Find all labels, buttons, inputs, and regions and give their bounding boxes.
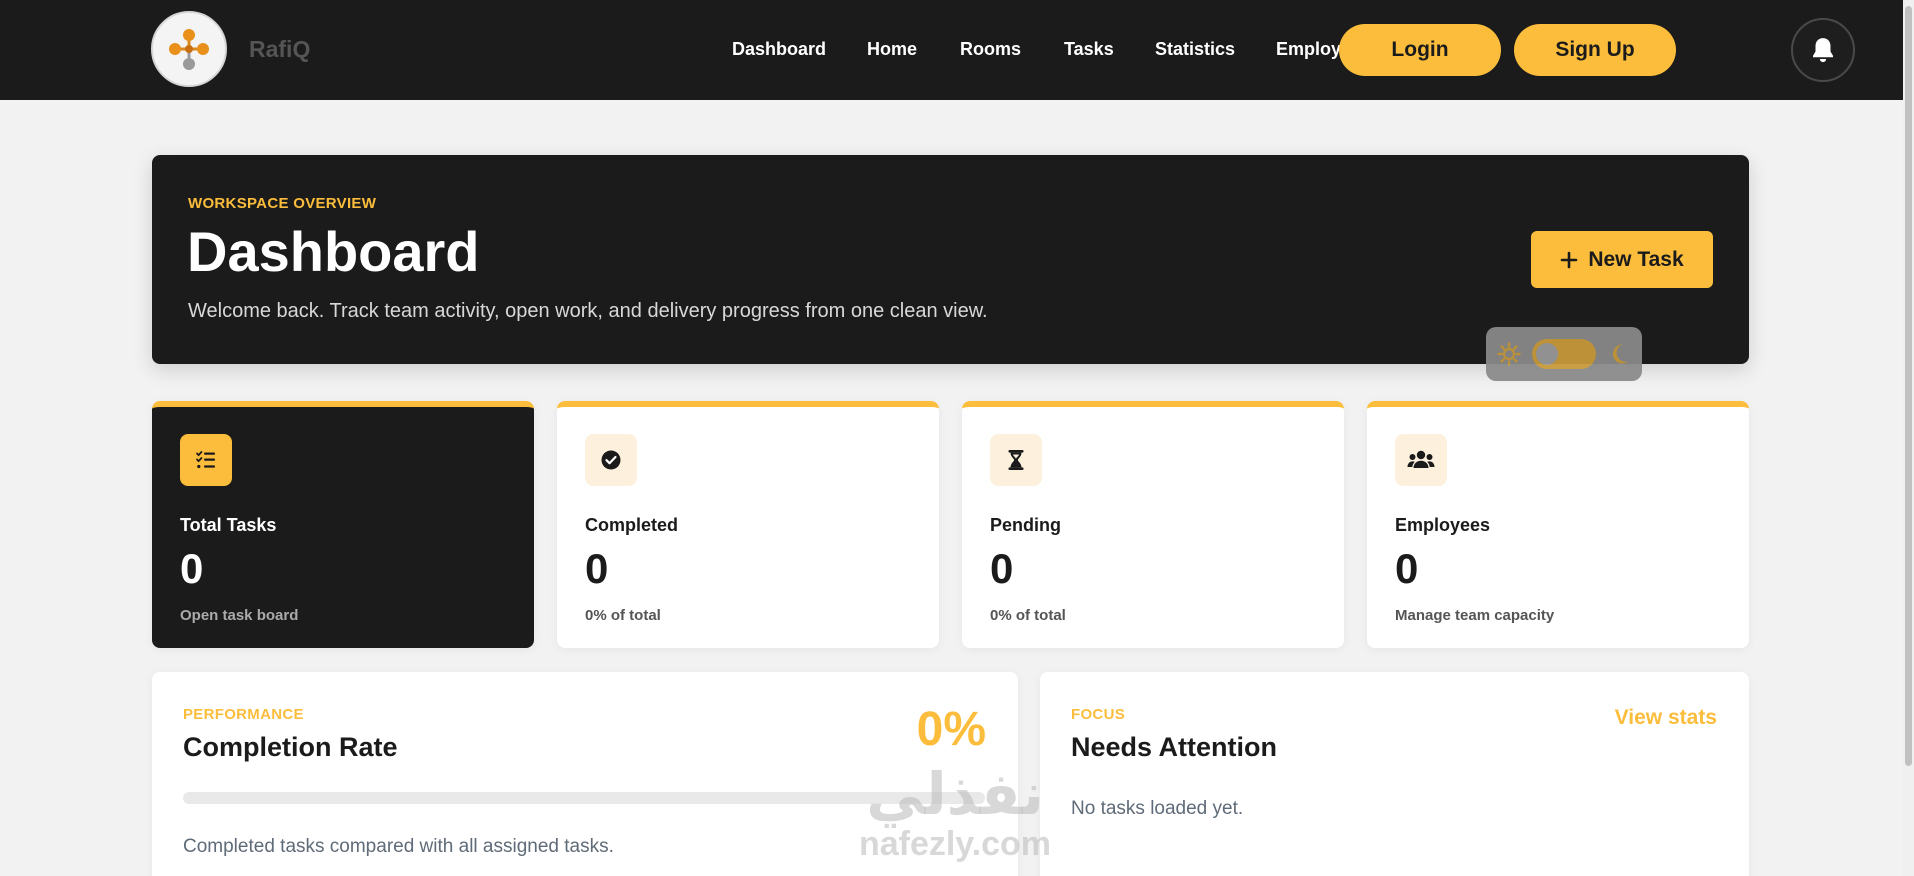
stat-value: 0 [990, 545, 1014, 592]
scrollbar-thumb[interactable] [1905, 6, 1912, 766]
hourglass-icon [1008, 450, 1024, 470]
stat-icon-box [1395, 434, 1447, 486]
nav-link-home[interactable]: Home [867, 39, 917, 60]
stat-note: 0% of total [990, 607, 1066, 624]
stat-note: Open task board [180, 607, 299, 624]
needs-attention-panel: FOCUS Needs Attention View stats No task… [1040, 672, 1749, 876]
nav-link-dashboard[interactable]: Dashboard [732, 39, 826, 60]
completion-progress-bar [183, 792, 985, 804]
panel-eyebrow: FOCUS [1071, 706, 1125, 723]
stat-label: Pending [990, 515, 1061, 535]
stat-card-employees[interactable]: Employees 0 Manage team capacity [1367, 401, 1749, 648]
panel-eyebrow: PERFORMANCE [183, 706, 304, 723]
new-task-button[interactable]: New Task [1531, 231, 1713, 288]
nav-link-tasks[interactable]: Tasks [1064, 39, 1114, 60]
nav-link-rooms[interactable]: Rooms [960, 39, 1021, 60]
notifications-button[interactable] [1791, 18, 1855, 82]
stat-label: Completed [585, 515, 679, 535]
page-scrollbar[interactable] [1903, 0, 1914, 876]
nav-link-employees[interactable]: Employ [1276, 39, 1341, 60]
checklist-icon [196, 451, 215, 469]
panel-title: Needs Attention [1071, 732, 1278, 762]
empty-state-text: No tasks loaded yet. [1071, 798, 1244, 819]
login-button[interactable]: Login [1339, 24, 1501, 76]
nav-link-statistics[interactable]: Statistics [1155, 39, 1235, 60]
network-nodes-icon [169, 29, 209, 70]
signup-button[interactable]: Sign Up [1514, 24, 1676, 76]
stat-label: Total Tasks [180, 515, 277, 535]
check-circle-icon [601, 450, 621, 470]
hero-subtitle: Welcome back. Track team activity, open … [188, 300, 988, 322]
stat-card-pending[interactable]: Pending 0 0% of total [962, 401, 1344, 648]
bell-icon [1813, 38, 1833, 63]
brand-name[interactable]: RafiQ [249, 36, 310, 63]
stat-icon-box [585, 434, 637, 486]
stat-value: 0 [585, 545, 609, 592]
stat-value: 0 [180, 545, 204, 592]
moon-icon [1612, 344, 1629, 364]
stat-card-total-tasks[interactable]: Total Tasks 0 Open task board [152, 401, 534, 648]
theme-switch[interactable] [1532, 339, 1596, 369]
brand-logo[interactable] [151, 11, 227, 87]
stat-card-completed[interactable]: Completed 0 0% of total [557, 401, 939, 648]
view-stats-link[interactable]: View stats [1615, 706, 1717, 730]
plus-icon [1561, 251, 1578, 268]
panel-title: Completion Rate [183, 732, 398, 762]
users-icon [1407, 450, 1435, 468]
stat-note: Manage team capacity [1395, 607, 1555, 624]
stat-icon-box [180, 434, 232, 486]
page-title: Dashboard [187, 220, 480, 283]
completion-caption: Completed tasks compared with all assign… [183, 836, 614, 857]
stat-value: 0 [1395, 545, 1419, 592]
theme-toggle [1486, 327, 1642, 381]
hero-eyebrow: WORKSPACE OVERVIEW [188, 195, 377, 212]
stat-icon-box [990, 434, 1042, 486]
theme-switch-knob [1536, 343, 1558, 365]
sun-icon [1497, 342, 1521, 366]
stat-label: Employees [1395, 515, 1491, 535]
completion-rate-value: 0% [916, 703, 986, 756]
new-task-label: New Task [1588, 247, 1684, 271]
stat-note: 0% of total [585, 607, 661, 624]
completion-rate-panel: PERFORMANCE Completion Rate 0% Completed… [152, 672, 1018, 876]
top-navbar: RafiQ Dashboard Home Rooms Tasks Statist… [0, 0, 1903, 100]
